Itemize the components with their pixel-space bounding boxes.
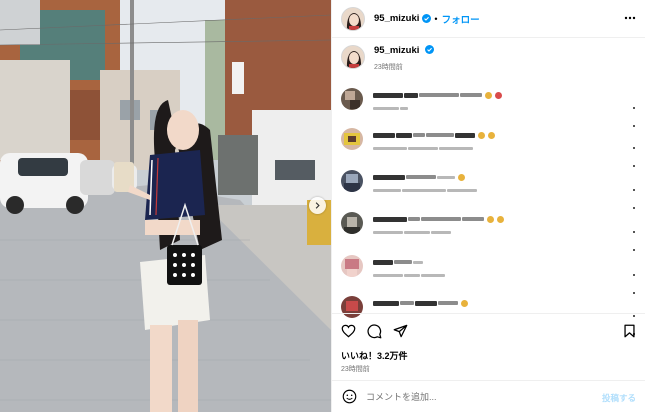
comment-body-redacted — [373, 88, 502, 111]
comment-like-icon[interactable] — [633, 136, 638, 167]
comment-input[interactable] — [366, 391, 586, 402]
caption-avatar[interactable] — [341, 45, 365, 69]
caption-timestamp: 23時間前 — [374, 64, 403, 71]
verified-badge-icon — [425, 45, 435, 54]
caption: 95_mizuki 23時間前 — [341, 45, 437, 72]
more-horizontal-icon[interactable] — [624, 12, 636, 24]
comment-avatar[interactable] — [341, 88, 363, 110]
comment-like-icon[interactable] — [633, 220, 638, 251]
comment-body-redacted — [373, 128, 495, 151]
avatar-image — [345, 91, 360, 109]
post-side-panel: 95_mizuki • フォロー 95_mizuki 23時間前 いいね！3.2… — [331, 0, 645, 412]
comment-body-redacted — [373, 296, 468, 307]
heart-icon[interactable] — [341, 324, 356, 338]
comment-item — [341, 212, 641, 251]
comment-body-redacted — [373, 170, 477, 193]
follow-button[interactable]: フォロー — [442, 12, 480, 26]
post-header: 95_mizuki • フォロー — [332, 0, 645, 38]
comment-avatar[interactable] — [341, 128, 363, 150]
avatar-image — [344, 133, 360, 145]
comment-icon[interactable] — [367, 324, 382, 339]
comment-avatar[interactable] — [341, 212, 363, 234]
avatar-image — [344, 217, 360, 234]
caption-username[interactable]: 95_mizuki — [374, 45, 419, 56]
comment-like-icon[interactable] — [633, 178, 638, 209]
comment-item — [341, 170, 641, 209]
carousel-next-button[interactable] — [309, 197, 326, 214]
avatar-image — [345, 259, 359, 277]
caption-text: 95_mizuki 23時間前 — [374, 45, 437, 72]
avatar[interactable] — [341, 6, 365, 31]
comment-composer: 投稿する — [332, 380, 645, 412]
share-icon[interactable] — [393, 324, 408, 338]
chevron-right-icon — [315, 202, 320, 209]
avatar-image — [342, 46, 364, 68]
likes-count[interactable]: いいね！3.2万件 — [341, 349, 408, 362]
comment-body-redacted — [373, 255, 445, 278]
comment-like-icon[interactable] — [633, 263, 638, 294]
comment-like-icon[interactable] — [633, 304, 638, 335]
bookmark-icon[interactable] — [623, 324, 636, 338]
separator-dot: • — [434, 13, 438, 24]
comment-avatar[interactable] — [341, 170, 363, 192]
post-timestamp: 23時間前 — [341, 366, 370, 373]
verified-badge-icon — [422, 14, 432, 23]
avatar-image — [342, 7, 364, 30]
post-comment-button[interactable]: 投稿する — [602, 392, 636, 404]
street-photo-illustration — [0, 0, 331, 412]
avatar-image — [344, 174, 360, 192]
comment-item — [341, 88, 641, 127]
action-bar — [332, 313, 645, 345]
comment-item — [341, 255, 641, 294]
comment-item — [341, 128, 641, 167]
comment-like-icon[interactable] — [633, 96, 638, 127]
comment-avatar[interactable] — [341, 255, 363, 277]
emoji-icon[interactable] — [342, 389, 357, 404]
post-photo — [0, 0, 331, 412]
username[interactable]: 95_mizuki — [374, 13, 419, 24]
comment-body-redacted — [373, 212, 504, 235]
